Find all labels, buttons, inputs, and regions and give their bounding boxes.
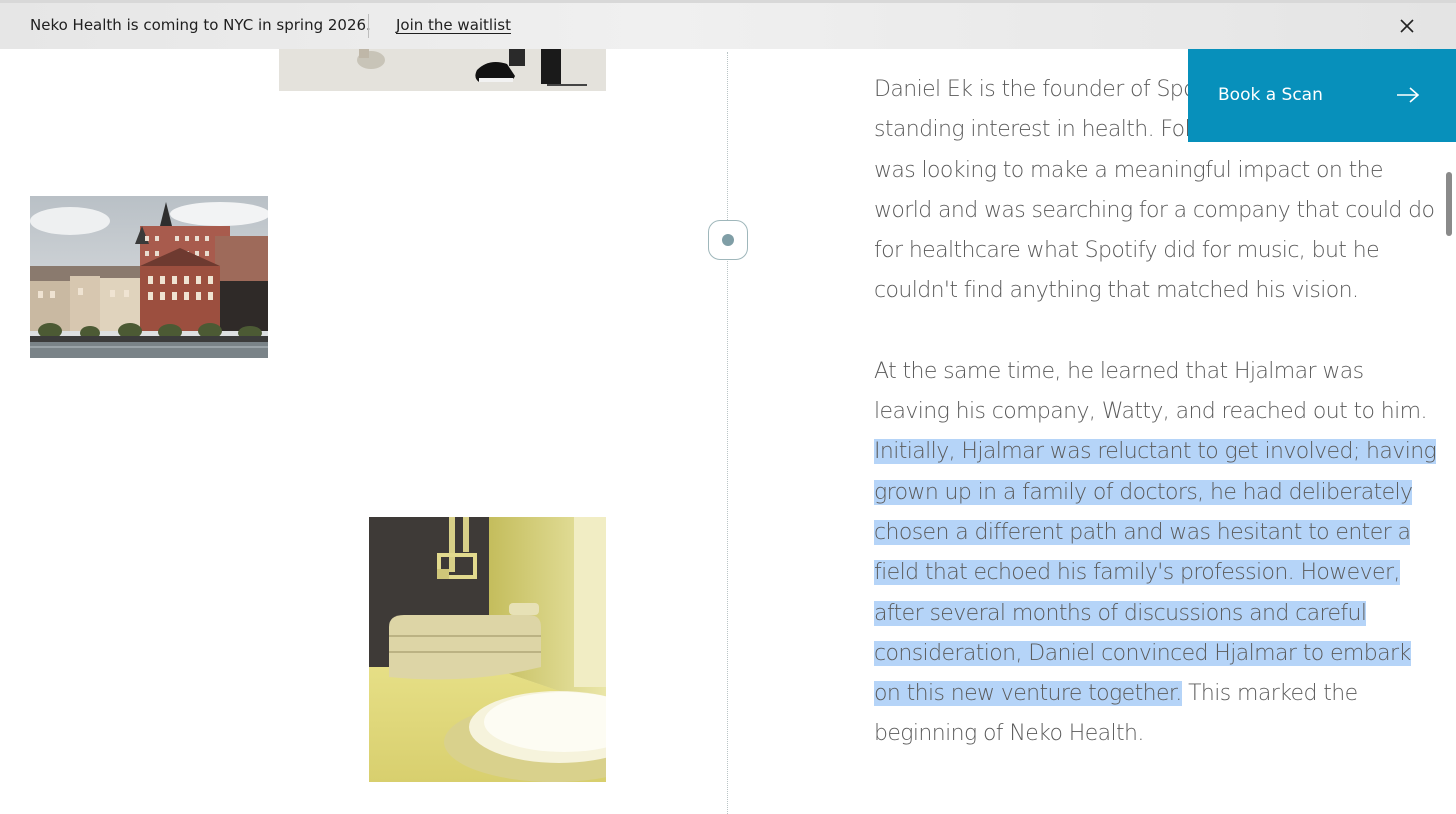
book-a-scan-label: Book a Scan <box>1218 85 1323 105</box>
timeline-marker-dot <box>722 234 734 246</box>
stockholm-waterfront-photo <box>30 196 268 358</box>
timeline-marker <box>708 220 748 260</box>
arrow-right-icon <box>1396 85 1420 105</box>
article-paragraph-2: At the same time, he learned that Hjalma… <box>874 352 1439 755</box>
scrollbar-thumb[interactable] <box>1446 172 1452 236</box>
article-body: Daniel Ek is the founder of Spotify and … <box>874 70 1439 795</box>
timeline-line <box>727 52 728 814</box>
yellow-clinic-room-photo <box>369 517 606 782</box>
people-photo <box>279 46 606 91</box>
scrollbar[interactable] <box>1442 142 1456 814</box>
close-icon[interactable] <box>1394 13 1420 39</box>
book-a-scan-button[interactable]: Book a Scan <box>1188 49 1456 142</box>
announcement-message: Neko Health is coming to NYC in spring 2… <box>30 16 371 34</box>
announcement-divider <box>368 14 369 38</box>
article-paragraph-2-lead: At the same time, he learned that Hjalma… <box>874 358 1427 425</box>
selected-text: Initially, Hjalmar was reluctant to get … <box>874 439 1437 707</box>
announcement-bar: Neko Health is coming to NYC in spring 2… <box>0 0 1456 49</box>
join-waitlist-link[interactable]: Join the waitlist <box>396 16 511 34</box>
